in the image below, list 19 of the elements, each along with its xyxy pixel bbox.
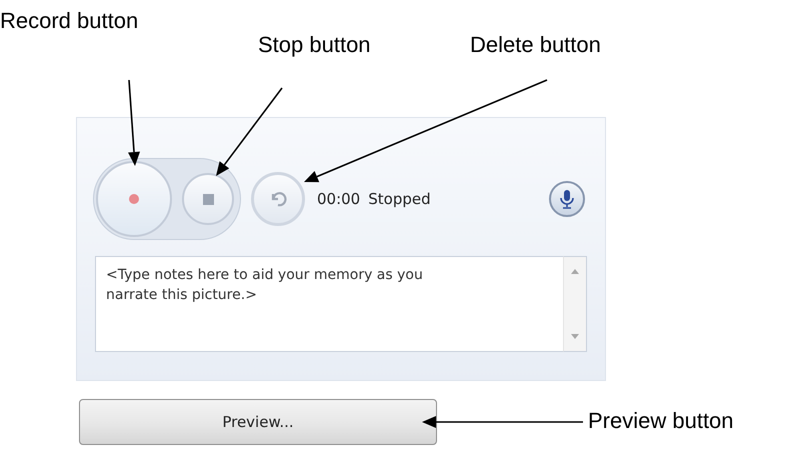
record-dot-icon	[128, 193, 140, 205]
undo-icon	[269, 190, 287, 208]
scroll-down-icon	[571, 334, 579, 339]
record-button[interactable]	[96, 161, 172, 237]
recording-time: 00:00	[317, 188, 360, 210]
stop-button[interactable]	[182, 173, 234, 225]
microphone-icon	[559, 189, 575, 209]
microphone-button[interactable]	[549, 181, 585, 217]
callout-label: Stop button	[258, 31, 371, 59]
notes-field[interactable]: <Type notes here to aid your memory as you narrate this picture.>	[95, 256, 563, 352]
callout-label: Preview button	[588, 407, 734, 435]
recording-status: Stopped	[368, 188, 431, 210]
scrollbar[interactable]	[563, 256, 587, 352]
callout-label: Record button	[0, 7, 138, 35]
stop-square-icon	[202, 194, 214, 204]
callout-label: Delete button	[470, 31, 601, 59]
scroll-up-icon	[571, 269, 579, 274]
preview-button[interactable]: Preview...	[79, 399, 437, 445]
delete-button[interactable]	[251, 172, 305, 226]
